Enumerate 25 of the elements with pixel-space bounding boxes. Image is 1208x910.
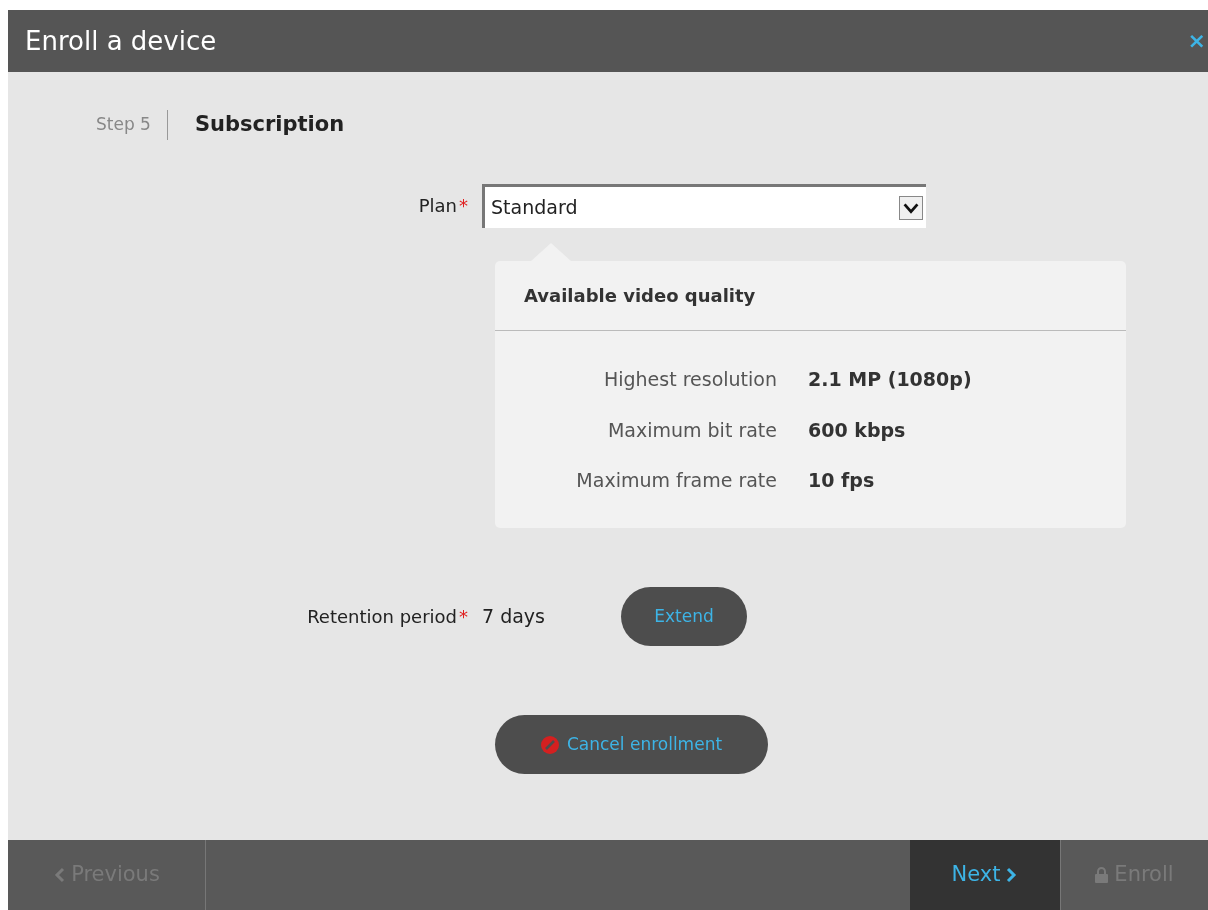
retention-label: Retention period — [307, 605, 457, 629]
cancel-icon — [540, 735, 559, 754]
step-number: Step 5 — [96, 113, 152, 137]
chevron-left-icon — [53, 867, 66, 883]
step-title: Subscription — [193, 111, 345, 139]
window-title: Enroll a device — [25, 24, 217, 58]
lock-icon — [1095, 867, 1109, 883]
spec-label: Highest resolution — [602, 367, 778, 392]
extend-button[interactable]: Extend — [621, 587, 747, 646]
spec-value: 600 kbps — [808, 417, 906, 443]
required-mark: * — [459, 605, 468, 629]
next-button[interactable]: Next — [910, 840, 1060, 910]
cancel-enrollment-button[interactable]: Cancel enrollment — [495, 715, 768, 774]
chevron-down-icon — [899, 195, 923, 220]
spec-value: 2.1 MP (1080p) — [808, 367, 972, 392]
spec-value: 10 fps — [808, 468, 875, 493]
retention-value: 7 days — [482, 604, 546, 630]
panel-title: Available video quality — [524, 284, 756, 308]
chevron-right-icon — [1006, 867, 1019, 883]
spec-label: Maximum bit rate — [606, 417, 778, 443]
close-button[interactable]: × — [1187, 30, 1206, 52]
plan-label: Plan — [418, 194, 457, 218]
spec-label: Maximum frame rate — [575, 468, 778, 493]
plan-dropdown[interactable]: Standard — [482, 184, 926, 228]
required-mark: * — [459, 194, 468, 218]
